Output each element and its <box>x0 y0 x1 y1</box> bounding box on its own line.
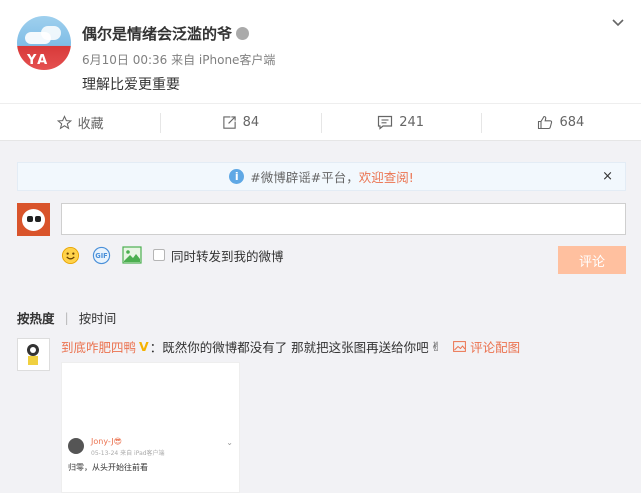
gif-icon[interactable]: GIF <box>91 245 111 265</box>
repost-count: 84 <box>242 114 260 130</box>
image-text: 归零，从头开始往前看 <box>68 463 148 472</box>
comment-text: ：既然你的微博都没有了 那就把这张图再送给你吧 <box>149 340 429 355</box>
svg-text:GIF: GIF <box>95 252 107 260</box>
chevron-down-icon[interactable] <box>611 16 625 30</box>
composer-toolbar: GIF 同时转发到我的微博 <box>60 244 284 266</box>
comment-image[interactable]: Jony-J😎 05-13-24 来自 iPad客户端 ⌄ 归零，从头开始往前看 <box>61 362 240 493</box>
author-avatar[interactable]: YA <box>17 16 71 70</box>
tab-separator: | <box>64 310 69 325</box>
avatar-text: YA <box>27 53 50 68</box>
repost-icon <box>222 115 236 129</box>
post-meta: 6月10日 00:36 来自 iPhone客户端 <box>82 53 276 67</box>
favorite-button[interactable]: 收藏 <box>0 104 160 140</box>
info-icon: i <box>229 169 245 184</box>
rumor-notice-banner: i #微博辟谣#平台， 欢迎查阅! × <box>17 162 626 191</box>
comment-icon <box>378 115 393 130</box>
favorite-label: 收藏 <box>77 116 104 132</box>
repost-checkbox-label[interactable]: 同时转发到我的微博 <box>171 246 284 265</box>
comment-input[interactable] <box>61 203 626 235</box>
emoji-icon[interactable] <box>60 245 80 265</box>
image-meta: 05-13-24 来自 iPad客户端 <box>91 450 165 457</box>
post-content: 理解比爱更重要 <box>82 77 180 93</box>
sort-tabs: 按热度 | 按时间 <box>17 308 116 327</box>
close-icon[interactable]: × <box>602 169 613 184</box>
star-icon <box>56 114 72 129</box>
notice-link[interactable]: 欢迎查阅! <box>359 167 414 186</box>
image-icon[interactable] <box>122 245 142 265</box>
comment-picture-link[interactable]: 评论配图 <box>453 337 520 356</box>
verified-v-icon: V <box>139 339 149 354</box>
commenter-avatar[interactable] <box>17 338 50 371</box>
like-button[interactable]: 684 <box>480 104 641 140</box>
comment-picture-label[interactable]: 评论配图 <box>470 337 520 356</box>
current-user-avatar[interactable] <box>17 203 50 236</box>
picture-icon <box>453 341 467 352</box>
post-card: YA 偶尔是情绪会泛滥的爷 6月10日 00:36 来自 iPhone客户端 理… <box>0 0 641 103</box>
comment-button[interactable]: 241 <box>320 104 481 140</box>
image-username: Jony-J😎 <box>91 437 122 446</box>
comment-item: 到底咋肥四鸭 V ：既然你的微博都没有了 那就把这张图再送给你吧 ✌ 评论配图 <box>61 337 520 356</box>
tab-hot[interactable]: 按热度 <box>17 308 55 327</box>
author-name[interactable]: 偶尔是情绪会泛滥的爷 <box>82 23 250 44</box>
image-avatar <box>68 438 84 454</box>
user-level-icon <box>236 27 250 40</box>
action-bar: 收藏 84 241 684 <box>0 103 641 141</box>
comment-count: 241 <box>399 114 425 130</box>
author-name-text[interactable]: 偶尔是情绪会泛滥的爷 <box>82 25 232 43</box>
submit-comment-button[interactable]: 评论 <box>558 246 626 274</box>
tab-time[interactable]: 按时间 <box>79 308 117 327</box>
victory-hand-icon: ✌ <box>430 339 442 354</box>
like-count: 684 <box>559 114 585 130</box>
notice-text[interactable]: #微博辟谣#平台， <box>250 167 358 186</box>
repost-button[interactable]: 84 <box>160 104 320 140</box>
commenter-name[interactable]: 到底咋肥四鸭 <box>61 337 136 356</box>
image-chevron-icon: ⌄ <box>226 438 233 447</box>
thumbs-up-icon <box>538 115 553 129</box>
repost-checkbox[interactable] <box>153 249 165 261</box>
